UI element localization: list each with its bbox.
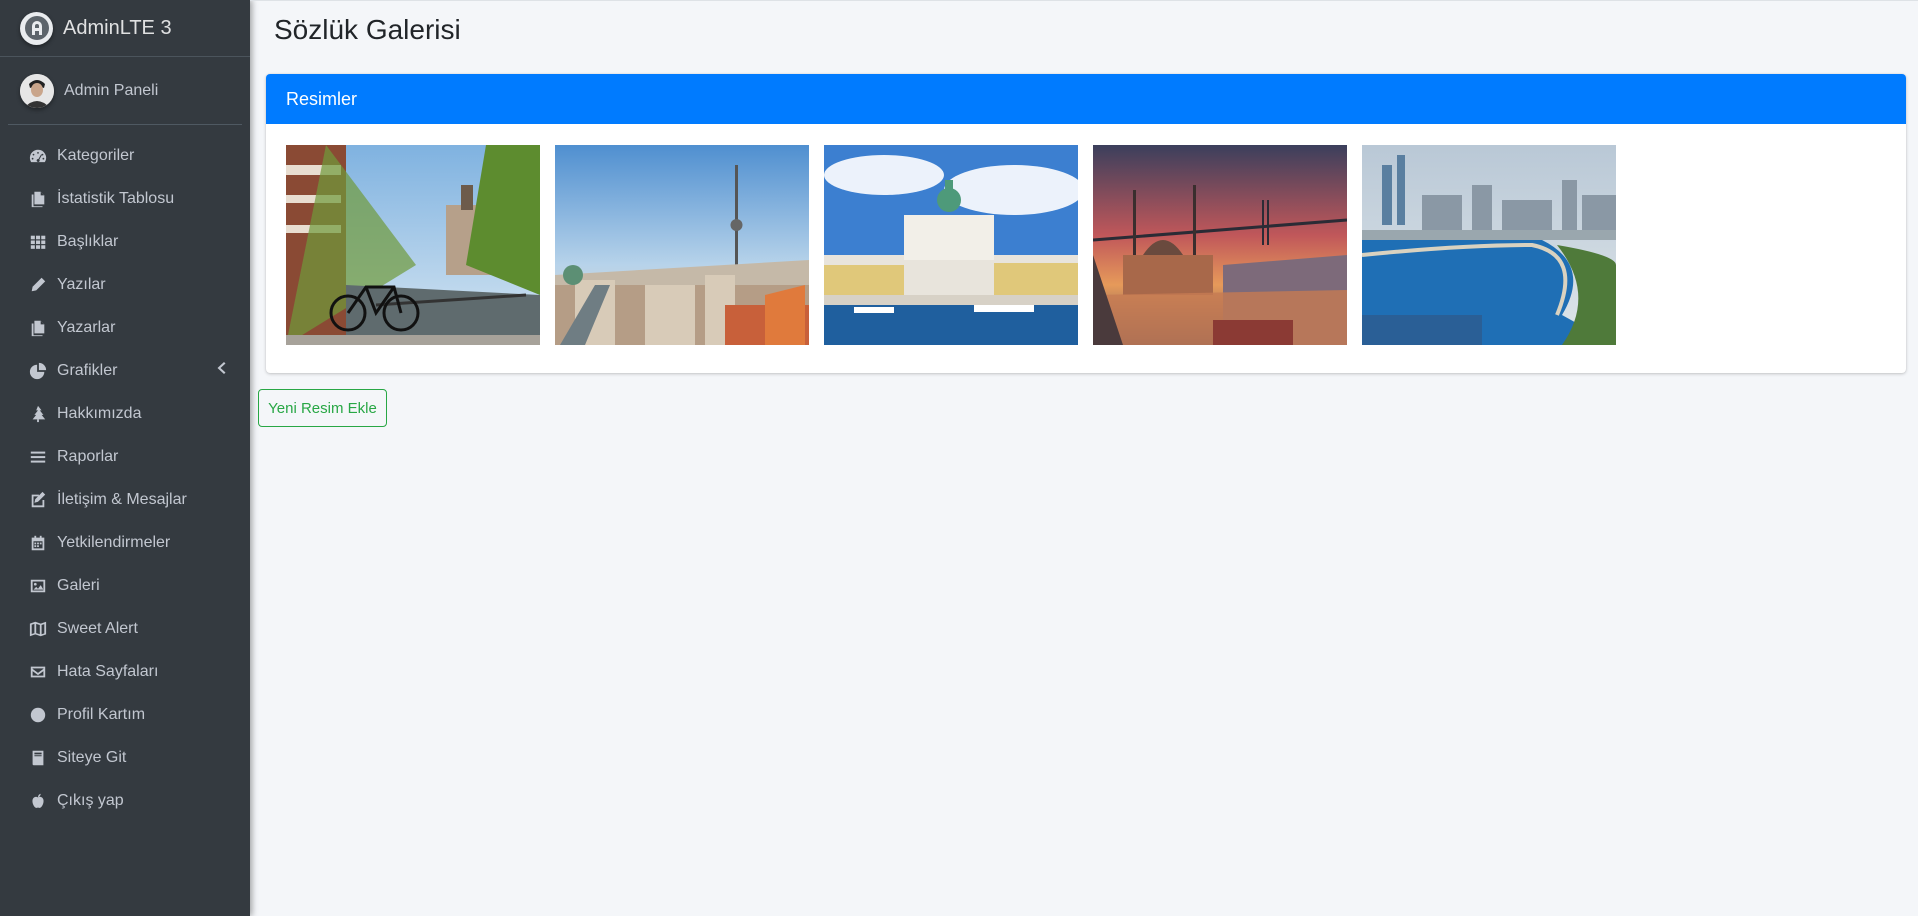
pie-chart-icon [28,361,48,381]
sidebar-item-label: Kategoriler [57,146,135,164]
sidebar-item-label: Yazarlar [57,318,116,336]
sidebar-item-cikis-yap[interactable]: Çıkış yap [0,779,250,822]
envelope-icon [28,662,48,682]
tachometer-icon [28,146,48,166]
sidebar-item-label: Hakkımızda [57,404,142,422]
sidebar-nav: Kategoriler İstatistik Tablosu Başlıklar… [0,134,250,822]
user-name: Admin Paneli [64,81,159,99]
sidebar-item-yetkilendirmeler[interactable]: Yetkilendirmeler [0,521,250,564]
chevron-left-icon[interactable] [216,361,226,380]
sidebar-item-siteye-git[interactable]: Siteye Git [0,736,250,779]
sidebar-item-kategoriler[interactable]: Kategoriler [0,134,250,177]
sidebar-item-label: Galeri [57,576,100,594]
sidebar-item-yazilar[interactable]: Yazılar [0,263,250,306]
gallery-image-baku[interactable] [1362,145,1616,345]
sidebar-item-label: İstatistik Tablosu [57,189,175,207]
sidebar-item-label: Raporlar [57,447,119,465]
navbar-border [250,0,1918,1]
apple-icon [28,791,48,811]
sidebar-item-label: Başlıklar [57,232,119,250]
pencil-icon [28,275,48,295]
sidebar-item-hakkimizda[interactable]: Hakkımızda [0,392,250,435]
sidebar-item-grafikler[interactable]: Grafikler [0,349,250,392]
sidebar-item-sweet-alert[interactable]: Sweet Alert [0,607,250,650]
sidebar-item-hata-sayfalari[interactable]: Hata Sayfaları [0,650,250,693]
page-title: Sözlük Galerisi [274,14,461,45]
card-header: Resimler [266,74,1906,124]
sidebar-item-label: Yetkilendirmeler [57,533,171,551]
th-icon [28,232,48,252]
main-sidebar: AdminLTE 3 Admin Paneli Kategoriler İsta… [0,0,250,916]
gallery-card: Resimler [266,74,1906,373]
sidebar-item-raporlar[interactable]: Raporlar [0,435,250,478]
sidebar-item-istatistik-tablosu[interactable]: İstatistik Tablosu [0,177,250,220]
sidebar-item-galeri[interactable]: Galeri [0,564,250,607]
sidebar-item-profil-kartim[interactable]: Profil Kartım [0,693,250,736]
book-icon [28,748,48,768]
sidebar-item-label: Yazılar [57,275,106,293]
sidebar-item-label: İletişim & Mesajlar [57,490,187,508]
sidebar-item-yazarlar[interactable]: Yazarlar [0,306,250,349]
edit-icon [28,490,48,510]
adminlte-logo-icon [20,11,53,45]
sidebar-item-label: Grafikler [57,361,118,379]
image-icon [28,576,48,596]
circle-icon [28,705,48,725]
user-panel[interactable]: Admin Paneli [8,57,242,125]
gallery-image-istanbul[interactable] [1093,145,1347,345]
bars-icon [28,447,48,467]
gallery-grid [286,145,1616,345]
sidebar-item-label: Sweet Alert [57,619,138,637]
brand-link[interactable]: AdminLTE 3 [0,0,250,57]
brand-text: AdminLTE 3 [63,16,172,39]
user-avatar [20,73,54,108]
map-icon [28,619,48,639]
card-title: Resimler [286,88,358,109]
sidebar-item-label: Siteye Git [57,748,127,766]
add-image-button[interactable]: Yeni Resim Ekle [258,389,387,427]
gallery-image-helsinki[interactable] [824,145,1078,345]
sidebar-item-label: Çıkış yap [57,791,124,809]
gallery-image-berlin[interactable] [555,145,809,345]
copy-icon [28,318,48,338]
tree-icon [28,404,48,424]
gallery-image-amsterdam[interactable] [286,145,540,345]
copy-icon [28,189,48,209]
sidebar-item-label: Profil Kartım [57,705,146,723]
sidebar-item-iletisim-mesajlar[interactable]: İletişim & Mesajlar [0,478,250,521]
sidebar-item-label: Hata Sayfaları [57,662,159,680]
sidebar-item-basliklar[interactable]: Başlıklar [0,220,250,263]
calendar-icon [28,533,48,553]
